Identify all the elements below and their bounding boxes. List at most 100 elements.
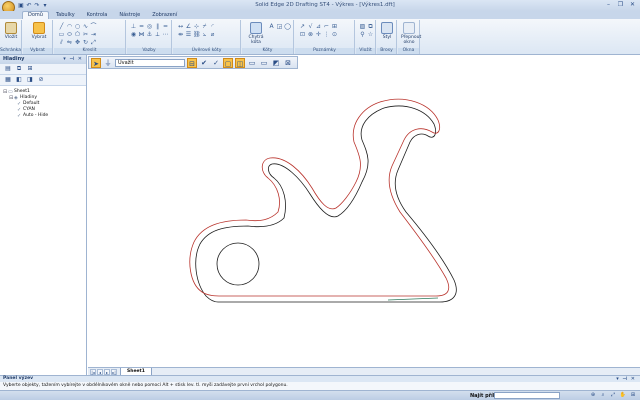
tab-home[interactable]: Domů <box>22 11 49 19</box>
tab-review[interactable]: Kontrola <box>82 12 113 19</box>
select-arrow-icon[interactable]: ➤ <box>91 57 101 68</box>
line-icon[interactable]: ╱ <box>58 23 65 30</box>
tab-tools[interactable]: Nástroje <box>114 12 145 19</box>
offset-icon[interactable]: ⫽ <box>58 39 65 46</box>
inside-outside-icon[interactable]: ▭ <box>259 58 269 68</box>
ellipse-icon[interactable]: ⬭ <box>66 31 73 38</box>
accept-icon[interactable]: ◩ <box>271 58 281 68</box>
leader-icon[interactable]: ↗ <box>299 23 306 30</box>
datum-icon[interactable]: ⊡ <box>299 31 306 38</box>
grid-icon[interactable]: ⊞ <box>629 392 637 399</box>
restore-icon[interactable]: ❐ <box>615 1 626 9</box>
image-icon[interactable]: ▨ <box>359 23 366 30</box>
coordinate-icon[interactable]: ⊹ <box>193 23 200 30</box>
dropdown-icon[interactable]: ▾ <box>42 2 48 9</box>
pan-icon[interactable]: ✋ <box>619 392 627 399</box>
overlap-icon[interactable]: ◫ <box>235 57 245 68</box>
symbol-icon[interactable]: ☆ <box>367 31 374 38</box>
drawing-sheet[interactable] <box>88 70 640 367</box>
first-sheet-icon[interactable]: |◂ <box>90 368 96 375</box>
text-icon[interactable]: A <box>268 23 275 30</box>
radius-icon[interactable]: ◜ <box>209 23 216 30</box>
selection-filter-select[interactable]: Uvažit <box>115 58 185 67</box>
views-tab-icon[interactable]: ⊞ <box>26 65 34 73</box>
fit-icon[interactable]: ⤢ <box>609 392 617 399</box>
new-layer-icon[interactable]: ▦ <box>4 76 12 84</box>
zoom-icon[interactable]: ⌕ <box>599 392 607 399</box>
redo-icon[interactable]: ↷ <box>34 2 40 9</box>
part-outline-red[interactable] <box>189 98 450 297</box>
perpendicular-icon[interactable]: ⟂ <box>154 31 161 38</box>
extend-icon[interactable]: ⇥ <box>90 31 97 38</box>
angle-coord-icon[interactable]: ⦣ <box>201 31 208 38</box>
switch-window-button[interactable]: Přepnout okno <box>401 22 421 45</box>
tangent-icon[interactable]: ◎ <box>146 23 153 30</box>
groups-tab-icon[interactable]: ⧉ <box>15 65 23 73</box>
arc-icon[interactable]: ◠ <box>66 23 73 30</box>
polygon-icon[interactable]: ⬠ <box>74 31 81 38</box>
prompt-pin-icon[interactable]: ▾ ⊣ ✕ <box>616 376 636 382</box>
hole-circle[interactable] <box>216 242 260 286</box>
filter-icon[interactable]: ⏚ <box>103 58 113 68</box>
minimize-icon[interactable]: – <box>603 1 614 9</box>
callout-icon[interactable]: ◲ <box>276 23 283 30</box>
rectangle-icon[interactable]: ▭ <box>58 31 65 38</box>
show-layer-icon[interactable]: ◧ <box>15 76 23 84</box>
concentric-icon[interactable]: ◉ <box>130 31 137 38</box>
curve-icon[interactable]: ∿ <box>82 23 89 30</box>
scale-icon[interactable]: ⤢ <box>90 39 97 46</box>
horizontal-icon[interactable]: ═ <box>138 23 145 30</box>
chain-icon[interactable]: ⛓ <box>193 31 201 38</box>
feature-control-icon[interactable]: ⊞ <box>331 23 338 30</box>
next-sheet-icon[interactable]: ▸ <box>104 368 110 375</box>
last-sheet-icon[interactable]: ▸| <box>111 368 117 375</box>
style-button[interactable]: Styl <box>379 22 395 40</box>
trim-icon[interactable]: ✂ <box>82 31 89 38</box>
datum-target-icon[interactable]: ⊗ <box>307 31 314 38</box>
drawing-canvas[interactable] <box>88 70 640 367</box>
center-mark-icon[interactable]: ✛ <box>315 31 322 38</box>
outside-icon[interactable]: ▭ <box>247 58 257 68</box>
collinear-icon[interactable]: ⋯ <box>162 31 169 38</box>
check-icon[interactable]: ✔ <box>199 58 209 68</box>
stack-icon[interactable]: ☰ <box>185 31 192 38</box>
edge-icon[interactable]: ⌐ <box>323 23 330 30</box>
move-icon[interactable]: ✥ <box>74 39 81 46</box>
save-icon[interactable]: ▣ <box>18 2 24 9</box>
object-icon[interactable]: ⧉ <box>367 23 374 30</box>
centerline-icon[interactable]: ⋮ <box>323 31 330 38</box>
hide-layer-icon[interactable]: ◨ <box>26 76 34 84</box>
circle-icon[interactable]: ○ <box>74 23 81 30</box>
mirror-icon[interactable]: ⇋ <box>66 39 73 46</box>
bolt-hole-icon[interactable]: ⊙ <box>331 31 338 38</box>
selected-segment[interactable] <box>387 297 439 301</box>
symmetric-dim-icon[interactable]: ⇹ <box>177 31 184 38</box>
surface-texture-icon[interactable]: √ <box>307 23 314 30</box>
zoom-area-icon[interactable]: ⊕ <box>589 392 597 399</box>
select-button[interactable]: Vybrat <box>31 22 47 40</box>
parallel-icon[interactable]: ∥ <box>154 23 161 30</box>
rotate-icon[interactable]: ↻ <box>82 39 89 46</box>
undo-icon[interactable]: ↶ <box>26 2 32 9</box>
layers-tab-icon[interactable]: ▤ <box>4 65 12 73</box>
connect-icon[interactable]: ⊥ <box>130 23 137 30</box>
tree-item-auto-hide[interactable]: ✓ Auto - Hide <box>3 113 86 119</box>
diameter-icon[interactable]: ⌀ <box>209 31 216 38</box>
part-outline-dark[interactable] <box>195 105 457 303</box>
distance-icon[interactable]: ↔ <box>177 23 184 30</box>
tab-view[interactable]: Zobrazení <box>147 12 182 19</box>
fillet-icon[interactable]: ⌒ <box>90 23 97 30</box>
cancel-icon[interactable]: ⊠ <box>283 58 293 68</box>
inside-icon[interactable]: ▢ <box>223 57 233 68</box>
delete-layer-icon[interactable]: ⊘ <box>37 76 45 84</box>
angle-icon[interactable]: ∠ <box>185 23 192 30</box>
hyperlink-icon[interactable]: ⚲ <box>359 31 366 38</box>
lock-icon[interactable]: ⊟ <box>187 57 197 68</box>
tab-tables[interactable]: Tabulky <box>51 12 80 19</box>
paste-button[interactable]: Vložit <box>3 22 19 40</box>
symmetric-icon[interactable]: ⋈ <box>138 31 145 38</box>
rectangle-select-icon[interactable]: ✓ <box>211 58 221 68</box>
prev-sheet-icon[interactable]: ◂ <box>97 368 103 375</box>
pin-icon[interactable]: ▾ ⊣ ✕ <box>63 55 83 64</box>
find-command-input[interactable] <box>494 392 560 399</box>
